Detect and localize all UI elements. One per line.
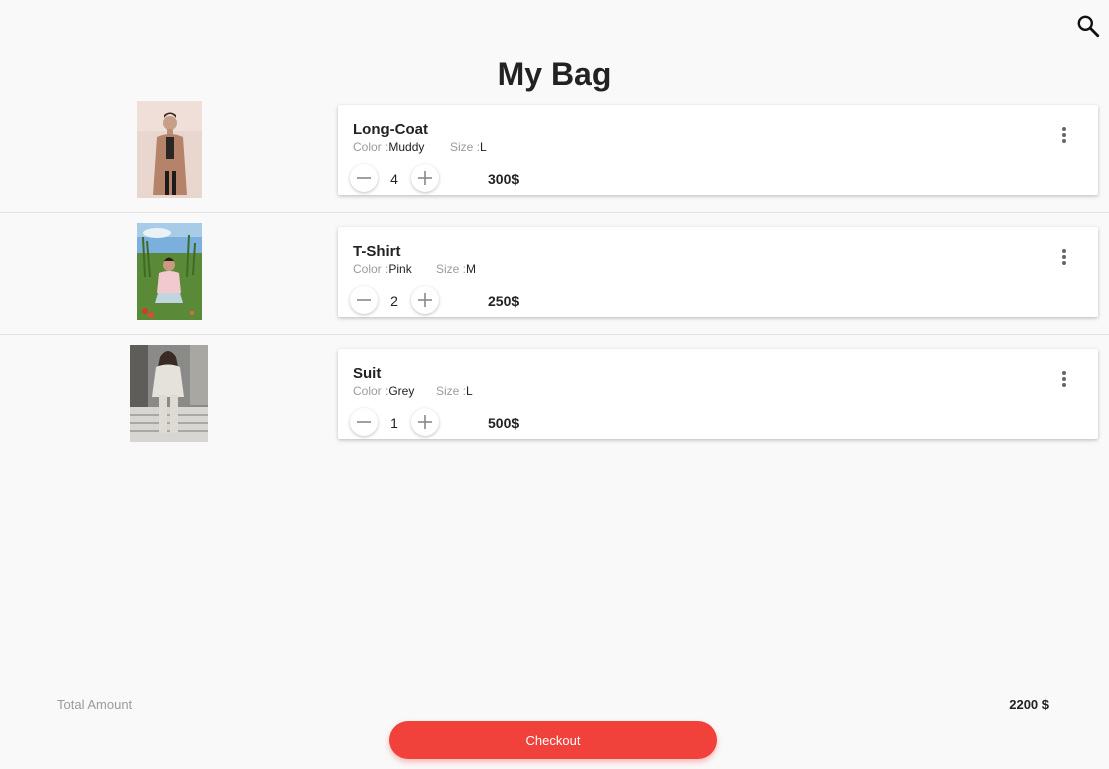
item-price: 250$ xyxy=(488,293,520,309)
size-label: Size : xyxy=(436,384,467,398)
item-size: Size :M xyxy=(436,262,476,276)
more-options-icon[interactable] xyxy=(1054,125,1074,145)
page-title: My Bag xyxy=(497,56,612,92)
color-label: Color : xyxy=(353,140,389,154)
color-value: Pink xyxy=(388,262,412,276)
plus-icon xyxy=(418,415,432,429)
cart-item-card: Suit Color :Grey Size :L 1 500$ xyxy=(338,349,1098,439)
product-image xyxy=(137,101,202,198)
item-name: Suit xyxy=(353,365,382,382)
checkout-button[interactable]: Checkout xyxy=(389,721,717,759)
color-value: Grey xyxy=(388,384,415,398)
product-image xyxy=(137,223,202,320)
item-name: Long-Coat xyxy=(353,121,428,138)
color-label: Color : xyxy=(353,262,389,276)
increase-quantity-button[interactable] xyxy=(411,164,439,192)
quantity-value: 1 xyxy=(390,415,398,431)
cart-item: T-Shirt Color :Pink Size :M 2 250$ xyxy=(0,212,1109,335)
item-price: 300$ xyxy=(488,171,520,187)
total-amount-label: Total Amount xyxy=(57,697,133,712)
decrease-quantity-button[interactable] xyxy=(350,286,378,314)
more-options-icon[interactable] xyxy=(1054,369,1074,389)
item-color: Color :Pink xyxy=(353,262,412,276)
item-size: Size :L xyxy=(436,384,473,398)
increase-quantity-button[interactable] xyxy=(411,286,439,314)
plus-icon xyxy=(418,171,432,185)
cart-item: Suit Color :Grey Size :L 1 500$ xyxy=(0,334,1109,456)
color-value: Muddy xyxy=(388,140,425,154)
minus-icon xyxy=(357,177,371,179)
minus-icon xyxy=(357,299,371,301)
product-image xyxy=(130,345,208,442)
minus-icon xyxy=(357,421,371,423)
search-icon[interactable] xyxy=(1075,13,1101,39)
app-bar xyxy=(0,0,1109,52)
quantity-value: 4 xyxy=(390,171,398,187)
size-label: Size : xyxy=(436,262,467,276)
item-color: Color :Muddy xyxy=(353,140,424,154)
item-name: T-Shirt xyxy=(353,243,401,260)
decrease-quantity-button[interactable] xyxy=(350,164,378,192)
size-value: L xyxy=(466,384,473,398)
cart-item-card: Long-Coat Color :Muddy Size :L 4 300$ xyxy=(338,105,1098,195)
color-label: Color : xyxy=(353,384,389,398)
item-price: 500$ xyxy=(488,415,520,431)
item-color: Color :Grey xyxy=(353,384,414,398)
quantity-value: 2 xyxy=(390,293,398,309)
size-label: Size : xyxy=(450,140,481,154)
total-amount-value: 2200 $ xyxy=(1009,697,1049,712)
size-value: L xyxy=(480,140,487,154)
size-value: M xyxy=(466,262,477,276)
plus-icon xyxy=(418,293,432,307)
more-options-icon[interactable] xyxy=(1054,247,1074,267)
cart-item: Long-Coat Color :Muddy Size :L 4 300$ xyxy=(0,90,1109,213)
decrease-quantity-button[interactable] xyxy=(350,408,378,436)
item-size: Size :L xyxy=(450,140,487,154)
cart-item-card: T-Shirt Color :Pink Size :M 2 250$ xyxy=(338,227,1098,317)
increase-quantity-button[interactable] xyxy=(411,408,439,436)
